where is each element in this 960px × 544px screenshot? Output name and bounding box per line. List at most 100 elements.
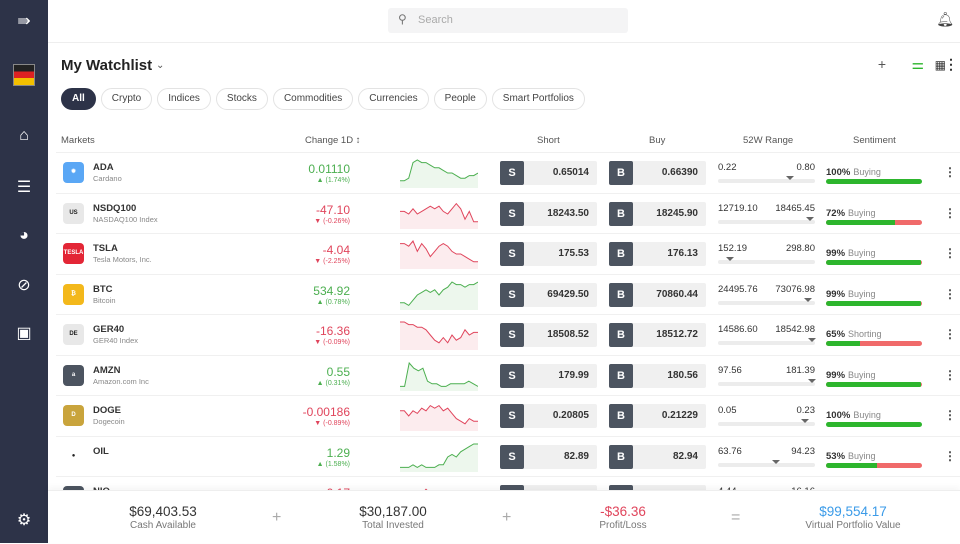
instrument-logo: D — [63, 405, 84, 426]
row-menu-icon[interactable]: ⋮ — [944, 408, 956, 422]
row-menu-icon[interactable]: ⋮ — [944, 327, 956, 341]
tab-indices[interactable]: Indices — [157, 88, 211, 110]
buy-price: 82.94 — [672, 450, 698, 462]
sentiment-percent: 53% — [826, 450, 846, 462]
range-track — [718, 219, 815, 224]
sell-price: 0.20805 — [552, 410, 589, 421]
home-icon[interactable]: ⌂ — [0, 127, 48, 145]
sentiment-percent: 99% — [826, 288, 846, 300]
pl-label: Profit/Loss — [599, 520, 647, 531]
discover-compass-icon[interactable]: ⊘ — [0, 275, 48, 295]
change-value: 534.92 — [313, 283, 350, 298]
portfolio-pie-icon[interactable]: ◕ — [0, 227, 48, 245]
tab-smart-portfolios[interactable]: Smart Portfolios — [491, 88, 585, 110]
row-menu-icon[interactable]: ⋮ — [944, 287, 956, 301]
table-row[interactable]: DE GER40 GER40 Index -16.36 ▼ (-0.09%) S… — [56, 314, 960, 354]
range-marker — [804, 297, 813, 302]
table-row[interactable]: TESLA TSLA Tesla Motors, Inc. -4.04 ▼ (-… — [56, 233, 960, 273]
buy-button[interactable]: B 18245.90 — [609, 201, 706, 226]
page-title[interactable]: My Watchlist — [61, 57, 152, 74]
sentiment-bar — [826, 381, 922, 387]
instrument-name: Dogecoin — [93, 417, 125, 426]
sell-price: 0.65014 — [552, 167, 589, 178]
buy-button[interactable]: B 0.21229 — [609, 404, 706, 428]
sell-button[interactable]: S 82.89 — [500, 444, 597, 469]
sell-button[interactable]: S 0.20805 — [500, 404, 597, 428]
buy-letter: B — [609, 161, 633, 185]
table-row[interactable]: ₿ BTC Bitcoin 534.92 ▲ (0.78%) S 69429.50… — [56, 273, 960, 314]
instrument-symbol[interactable]: ADA — [93, 162, 114, 173]
tab-currencies[interactable]: Currencies — [358, 88, 429, 110]
buy-letter: B — [609, 201, 633, 226]
sell-button[interactable]: S 179.99 — [500, 363, 597, 388]
table-row[interactable]: US NSDQ100 NASDAQ100 Index -47.10 ▼ (-0.… — [56, 192, 960, 233]
row-menu-icon[interactable]: ⋮ — [944, 246, 956, 260]
tab-stocks[interactable]: Stocks — [215, 88, 268, 110]
sparkline-chart — [400, 280, 478, 310]
buy-button[interactable]: B 18512.72 — [609, 323, 706, 347]
chevron-down-icon[interactable]: ⌄ — [156, 60, 164, 71]
sell-button[interactable]: S 18243.50 — [500, 201, 597, 226]
table-row[interactable]: ✹ ADA Cardano 0.01110 ▲ (1.74%) S 0.65014… — [56, 152, 960, 192]
bell-icon[interactable]: 🔔︎ — [936, 11, 954, 28]
instrument-symbol[interactable]: OIL — [93, 446, 109, 457]
wallet-icon[interactable]: ▣ — [0, 323, 48, 343]
sell-button[interactable]: S 18508.52 — [500, 323, 597, 347]
tab-people[interactable]: People — [433, 88, 487, 110]
instrument-logo: a — [63, 364, 84, 386]
change-percent: ▼ (-0.89%) — [314, 420, 350, 427]
sell-button[interactable]: S 69429.50 — [500, 282, 597, 307]
buy-button[interactable]: B 176.13 — [609, 242, 706, 266]
row-menu-icon[interactable]: ⋮ — [944, 165, 956, 179]
instrument-symbol[interactable]: AMZN — [93, 365, 120, 376]
settings-gear-icon[interactable]: ⚙ — [0, 510, 48, 530]
table-row[interactable]: D DOGE Dogecoin -0.00186 ▼ (-0.89%) S 0.2… — [56, 395, 960, 435]
instrument-symbol[interactable]: GER40 — [93, 324, 124, 335]
sparkline-area — [400, 405, 478, 431]
search-placeholder: Search — [418, 14, 453, 26]
range-low: 63.76 — [718, 445, 742, 457]
portfolio-value-label: Virtual Portfolio Value — [805, 520, 901, 531]
buy-button[interactable]: B 180.56 — [609, 363, 706, 388]
row-menu-icon[interactable]: ⋮ — [944, 449, 956, 463]
instrument-symbol[interactable]: DOGE — [93, 405, 121, 416]
sparkline-area — [400, 322, 478, 350]
instrument-name: Cardano — [93, 174, 122, 183]
row-menu-icon[interactable]: ⋮ — [944, 206, 956, 220]
buy-button[interactable]: B 0.66390 — [609, 161, 706, 185]
sell-button[interactable]: S 175.53 — [500, 242, 597, 266]
table-row[interactable]: a AMZN Amazon.com Inc 0.55 ▲ (0.31%) S 17… — [56, 354, 960, 395]
row-menu-icon[interactable]: ⋮ — [944, 368, 956, 382]
more-vertical-icon[interactable]: ⋮ — [944, 56, 958, 73]
sell-price: 179.99 — [558, 369, 589, 381]
search-input[interactable]: ⚲ Search — [388, 8, 628, 33]
avatar[interactable] — [13, 64, 35, 86]
buy-button[interactable]: B 70860.44 — [609, 282, 706, 307]
filter-sliders-icon[interactable]: ⚌ — [911, 56, 924, 73]
sell-button[interactable]: S 0.65014 — [500, 161, 597, 185]
tab-commodities[interactable]: Commodities — [272, 88, 354, 110]
buy-price: 0.66390 — [661, 167, 698, 178]
instrument-logo: ✹ — [63, 162, 84, 183]
sentiment-bar-fill — [826, 260, 922, 265]
collapse-arrow-icon[interactable]: ⇛ — [0, 11, 48, 31]
instrument-logo: US — [63, 202, 84, 224]
header-short: Short — [537, 135, 560, 146]
header-change[interactable]: Change 1D ↕ — [305, 135, 360, 146]
sentiment-bar-fill — [826, 341, 860, 346]
buy-button[interactable]: B 82.94 — [609, 444, 706, 469]
add-icon[interactable]: + — [878, 56, 886, 72]
header-buy: Buy — [649, 135, 666, 146]
total-invested: $30,187.00 Total Invested — [278, 491, 508, 544]
range-track — [718, 381, 815, 386]
instrument-symbol[interactable]: TSLA — [93, 243, 118, 254]
instrument-symbol[interactable]: NSDQ100 — [93, 203, 136, 214]
table-row[interactable]: ● OIL 1.29 ▲ (1.58%) S 82.89 B 82.94 63.76… — [56, 435, 960, 476]
sentiment-label: Buying — [848, 369, 876, 380]
tab-all[interactable]: All — [61, 88, 96, 110]
portfolio-value-amount: $99,554.17 — [819, 504, 887, 519]
tab-crypto[interactable]: Crypto — [100, 88, 153, 110]
watchlist-eye-icon[interactable]: ☰ — [0, 177, 48, 197]
instrument-name: Bitcoin — [93, 295, 116, 305]
instrument-symbol[interactable]: BTC — [93, 284, 113, 295]
